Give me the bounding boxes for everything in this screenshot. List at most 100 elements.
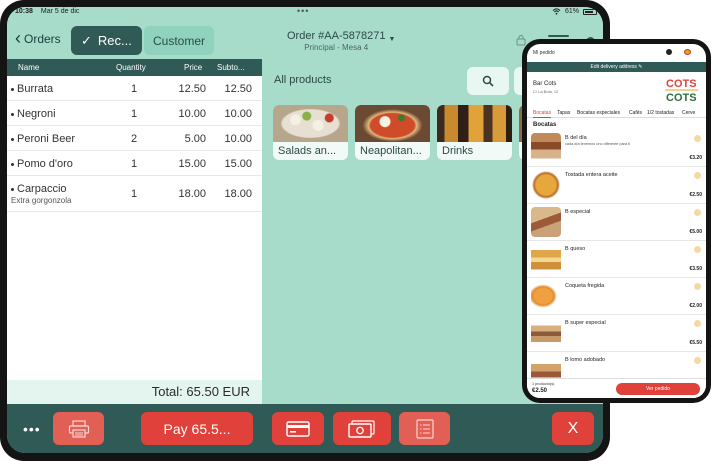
item-price: 15.00 — [178, 158, 206, 170]
multitask-dots[interactable]: ••• — [297, 7, 309, 16]
product-name: B lomo adobado — [565, 357, 606, 363]
search-button[interactable] — [467, 67, 509, 95]
product-thumbnail — [531, 244, 561, 274]
tab-receipt[interactable]: ✓ Rec... — [71, 26, 142, 55]
back-to-orders-button[interactable]: ‹ Orders — [15, 28, 61, 48]
product-name: B queso — [565, 246, 586, 252]
add-icon[interactable] — [694, 135, 701, 142]
add-icon[interactable] — [694, 357, 701, 364]
phone-tab-cerve[interactable]: Cerve — [682, 110, 695, 116]
list-item[interactable]: Coqueta fregida €2.00 — [527, 278, 706, 315]
item-price: 12.50 — [178, 83, 206, 95]
more-options-button[interactable]: ••• — [23, 421, 41, 437]
product-thumbnail — [531, 207, 561, 237]
category-card-salads[interactable]: Salads an... — [273, 105, 348, 160]
product-price: €3.50 — [689, 266, 702, 272]
order-title-dropdown[interactable]: Order #AA-5878271 Principal - Mesa 4 ▼ — [287, 30, 395, 52]
item-name: Negroni — [17, 108, 56, 120]
product-name: Tostada entera aceite — [565, 172, 618, 178]
phone-tab-tostadas[interactable]: 1/2 tostadas — [647, 110, 674, 116]
wifi-icon — [552, 8, 561, 15]
table-row[interactable]: Peroni Beer 2 5.00 10.00 — [7, 126, 262, 151]
back-label: Orders — [24, 32, 61, 46]
item-subtotal: 15.00 — [224, 158, 252, 170]
product-price: €5.50 — [689, 340, 702, 346]
tab-receipt-label: Rec... — [97, 33, 132, 48]
item-subtotal: 12.50 — [224, 83, 252, 95]
add-icon[interactable] — [694, 283, 701, 290]
printer-icon — [68, 419, 89, 438]
edit-delivery-address-button[interactable]: Edit delivery address ✎ — [527, 62, 706, 72]
phone-tab-tapas[interactable]: Tapas — [557, 110, 570, 116]
list-item[interactable]: B queso €3.50 — [527, 241, 706, 278]
tab-customer[interactable]: Customer — [144, 26, 214, 55]
product-price: €3.20 — [689, 155, 702, 161]
add-icon[interactable] — [694, 209, 701, 216]
delivery-label: Edit delivery address — [590, 64, 637, 70]
close-order-button[interactable]: X — [552, 412, 594, 445]
cash-payment-button[interactable] — [333, 412, 391, 445]
view-order-button[interactable]: Ver pedido — [616, 383, 700, 395]
product-description: cada día tenemos uno diferente para ti — [565, 142, 631, 146]
product-name: B super especial — [565, 320, 606, 326]
item-qty: 1 — [130, 188, 138, 200]
table-header: Name Quantity Price Subto... — [7, 59, 262, 76]
restaurant-address: C/ La Bola, 12 — [533, 89, 559, 94]
col-price: Price — [184, 63, 203, 72]
list-item[interactable]: B super especial €5.50 — [527, 315, 706, 352]
product-name: Coqueta fregida — [565, 283, 605, 289]
order-subtitle: Principal - Mesa 4 — [304, 43, 369, 52]
print-button[interactable] — [53, 412, 104, 445]
chevron-left-icon: ‹ — [15, 28, 21, 48]
phone-tab-bocatas-especiales[interactable]: Bocatas especiales — [577, 110, 620, 116]
category-label: Salads an... — [278, 145, 337, 157]
search-icon — [482, 75, 494, 87]
order-title: Order #AA-5878271 — [287, 30, 386, 42]
add-icon[interactable] — [694, 172, 701, 179]
col-quantity: Quantity — [116, 63, 146, 72]
phone-tab-bocatas[interactable]: Bocatas — [533, 110, 552, 118]
help-icon[interactable] — [666, 49, 672, 55]
cart-total: €2.50 — [532, 388, 548, 394]
item-qty: 1 — [130, 83, 138, 95]
table-row[interactable]: Negroni 1 10.00 10.00 — [7, 101, 262, 126]
product-price: €5.00 — [689, 229, 702, 235]
pay-button[interactable]: Pay 65.5... — [141, 412, 253, 445]
tablet-frame: 10:38 Mar 5 de dic ••• 61% ‹ Orders ✓ Rec… — [0, 0, 610, 461]
list-icon — [415, 418, 434, 439]
tablet-screen: 10:38 Mar 5 de dic ••• 61% ‹ Orders ✓ Rec… — [7, 7, 603, 453]
phone-header: Mi pedido — [527, 44, 706, 62]
card-payment-button[interactable] — [272, 412, 324, 445]
product-name: B del día — [565, 135, 587, 141]
add-icon[interactable] — [694, 320, 701, 327]
list-item[interactable]: B especial €5.00 — [527, 204, 706, 241]
col-subtotal: Subto... — [217, 63, 245, 72]
item-name: Peroni Beer — [17, 133, 76, 145]
list-item[interactable]: Tostada entera aceite €2.50 — [527, 167, 706, 204]
receipt-list-button[interactable] — [399, 412, 450, 445]
item-name: Pomo d'oro — [17, 158, 73, 170]
phone-frame: Mi pedido Edit delivery address ✎ Bar Co… — [522, 39, 711, 403]
product-thumbnail — [531, 170, 561, 200]
flag-icon[interactable] — [684, 49, 691, 55]
lock-icon[interactable] — [515, 34, 527, 46]
phone-tab-cafes[interactable]: Cafés — [629, 110, 642, 116]
list-item[interactable]: B del día cada día tenemos uno diferente… — [527, 130, 706, 167]
category-card-neapolitan[interactable]: Neapolitan... — [355, 105, 430, 160]
top-bar: ‹ Orders ✓ Rec... Customer Order #AA-587… — [7, 19, 603, 59]
add-icon[interactable] — [694, 246, 701, 253]
item-name: Burrata — [17, 83, 54, 95]
table-row[interactable]: Carpaccio Extra gorgonzola 1 18.00 18.00 — [7, 176, 262, 212]
table-row[interactable]: Burrata 1 12.50 12.50 — [7, 76, 262, 101]
phone-cart-footer: 1 producto(s) €2.50 Ver pedido — [527, 378, 706, 398]
restaurant-logo: COTS COTS — [665, 78, 698, 104]
category-card-drinks[interactable]: Drinks — [437, 105, 512, 160]
pizza-image — [355, 105, 430, 142]
section-title: Bocatas — [533, 122, 557, 128]
products-heading: All products — [274, 74, 332, 86]
table-row[interactable]: Pomo d'oro 1 15.00 15.00 — [7, 151, 262, 176]
battery-percent: 61% — [564, 8, 579, 15]
item-price: 18.00 — [178, 188, 206, 200]
logo-text-top: COTS — [666, 78, 697, 90]
my-order-label[interactable]: Mi pedido — [533, 50, 555, 56]
